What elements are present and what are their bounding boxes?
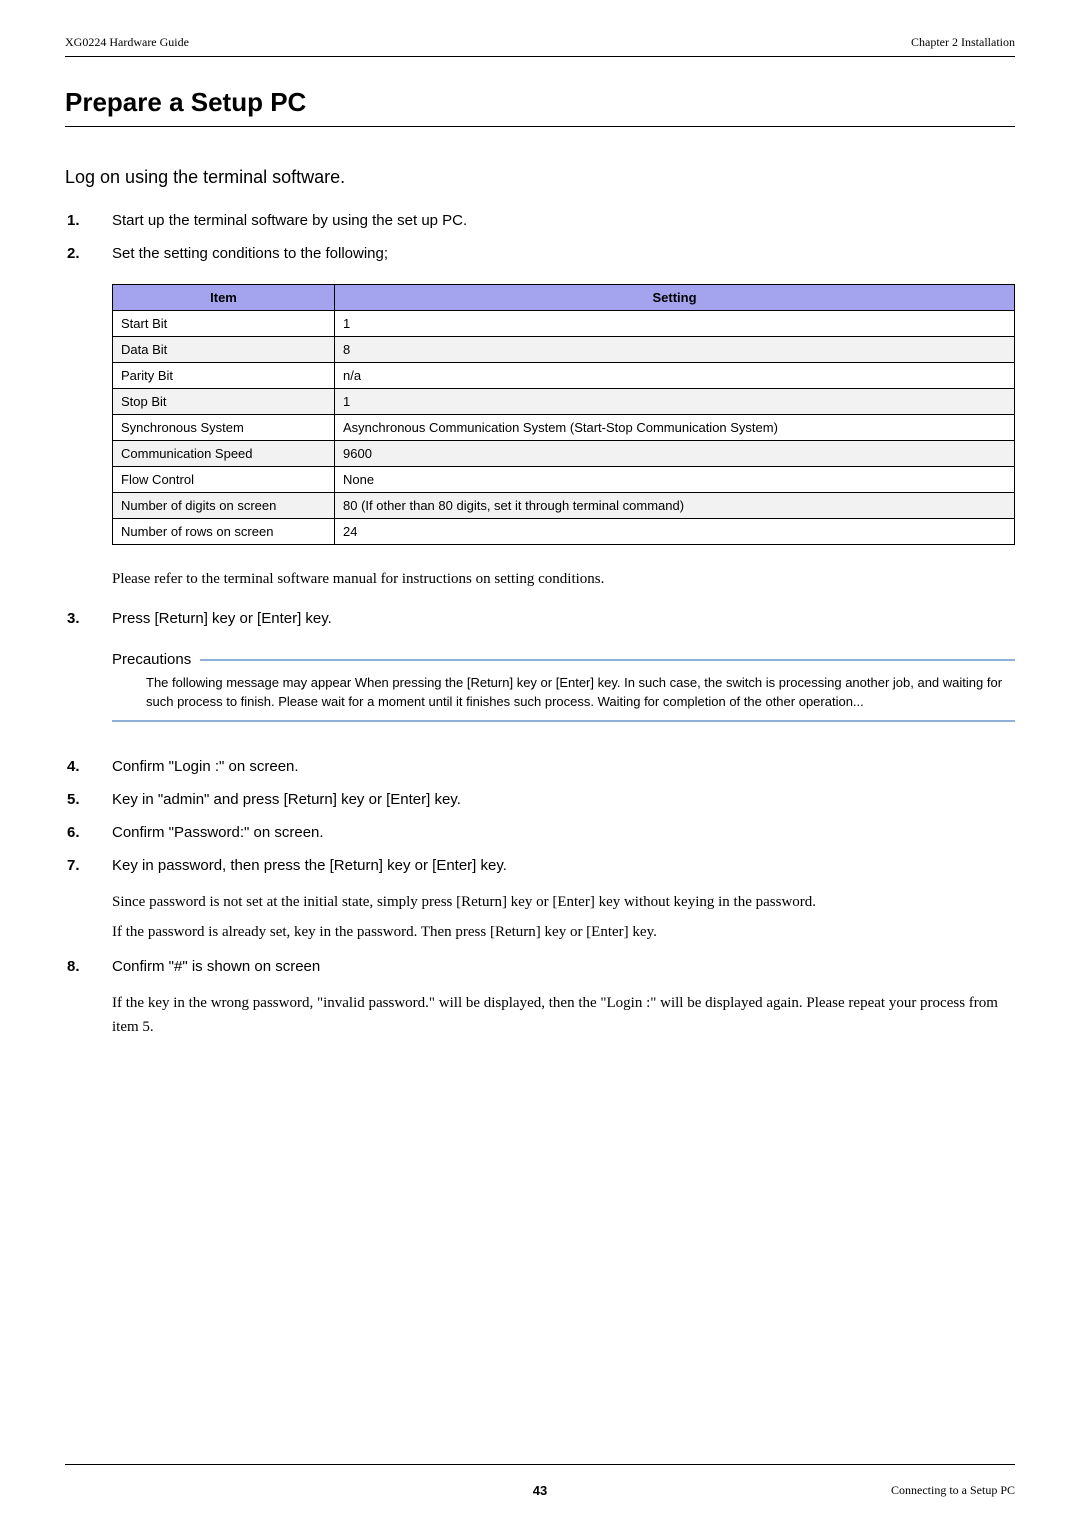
step-text: Confirm "#" is shown on screen: [112, 958, 320, 975]
step-4: 4. Confirm "Login :" on screen.: [65, 758, 1015, 775]
step-text: Confirm "Password:" on screen.: [112, 824, 324, 841]
step-1: 1. Start up the terminal software by usi…: [65, 212, 1015, 229]
step-6: 6. Confirm "Password:" on screen.: [65, 824, 1015, 841]
step-number: 1.: [67, 212, 112, 229]
cell-item: Stop Bit: [113, 389, 335, 415]
table-row: Number of rows on screen 24: [113, 519, 1015, 545]
step-text: Confirm "Login :" on screen.: [112, 758, 299, 775]
table-row: Synchronous System Asynchronous Communic…: [113, 415, 1015, 441]
footer-section: Connecting to a Setup PC: [815, 1483, 1015, 1498]
step-number: 3.: [67, 610, 112, 627]
cell-item: Number of rows on screen: [113, 519, 335, 545]
spacer: [65, 738, 1015, 758]
step-8-note: If the key in the wrong password, "inval…: [112, 991, 1015, 1039]
header-right: Chapter 2 Installation: [911, 35, 1015, 50]
page-footer: 43 Connecting to a Setup PC: [65, 1464, 1015, 1498]
table-row: Stop Bit 1: [113, 389, 1015, 415]
step-number: 4.: [67, 758, 112, 775]
settings-table: Item Setting Start Bit 1 Data Bit 8 Pari…: [112, 284, 1015, 545]
table-row: Flow Control None: [113, 467, 1015, 493]
cell-setting: n/a: [335, 363, 1015, 389]
cell-setting: Asynchronous Communication System (Start…: [335, 415, 1015, 441]
precautions-body: The following message may appear When pr…: [146, 674, 1015, 712]
step-text: Start up the terminal software by using …: [112, 212, 467, 229]
cell-setting: 80 (If other than 80 digits, set it thro…: [335, 493, 1015, 519]
cell-setting: 1: [335, 389, 1015, 415]
step-3: 3. Press [Return] key or [Enter] key.: [65, 610, 1015, 627]
step-8: 8. Confirm "#" is shown on screen If the…: [65, 958, 1015, 1039]
cell-item: Data Bit: [113, 337, 335, 363]
cell-setting: 8: [335, 337, 1015, 363]
precautions-top-rule: [200, 659, 1015, 661]
step-7-note-b: If the password is already set, key in t…: [112, 920, 1015, 944]
cell-item: Start Bit: [113, 311, 335, 337]
step-7: 7. Key in password, then press the [Retu…: [65, 857, 1015, 944]
step-number: 2.: [67, 245, 112, 262]
step-5: 5. Key in "admin" and press [Return] key…: [65, 791, 1015, 808]
step-2: 2. Set the setting conditions to the fol…: [65, 245, 1015, 262]
table-header-row: Item Setting: [113, 285, 1015, 311]
cell-item: Parity Bit: [113, 363, 335, 389]
cell-setting: 1: [335, 311, 1015, 337]
cell-item: Flow Control: [113, 467, 335, 493]
precautions-block: Precautions The following message may ap…: [112, 651, 1015, 722]
cell-item: Communication Speed: [113, 441, 335, 467]
step-number: 6.: [67, 824, 112, 841]
cell-item: Number of digits on screen: [113, 493, 335, 519]
table-row: Start Bit 1: [113, 311, 1015, 337]
step-text: Key in password, then press the [Return]…: [112, 857, 507, 874]
step-text: Key in "admin" and press [Return] key or…: [112, 791, 461, 808]
step-text: Set the setting conditions to the follow…: [112, 245, 388, 262]
header-left: XG0224 Hardware Guide: [65, 35, 189, 50]
table-header-item: Item: [113, 285, 335, 311]
cell-setting: 24: [335, 519, 1015, 545]
table-header-setting: Setting: [335, 285, 1015, 311]
footer-divider: [65, 1464, 1015, 1465]
page-title: Prepare a Setup PC: [65, 87, 1015, 127]
precautions-bottom-rule: [112, 720, 1015, 722]
page-header: XG0224 Hardware Guide Chapter 2 Installa…: [65, 35, 1015, 50]
header-divider: [65, 56, 1015, 57]
step-number: 8.: [67, 958, 112, 975]
page-number: 43: [265, 1483, 815, 1498]
table-row: Number of digits on screen 80 (If other …: [113, 493, 1015, 519]
subtitle: Log on using the terminal software.: [65, 167, 1015, 188]
post-table-note: Please refer to the terminal software ma…: [112, 571, 1015, 588]
cell-setting: 9600: [335, 441, 1015, 467]
document-page: XG0224 Hardware Guide Chapter 2 Installa…: [0, 0, 1080, 1528]
precautions-title: Precautions: [112, 651, 191, 668]
table-row: Communication Speed 9600: [113, 441, 1015, 467]
step-number: 7.: [67, 857, 112, 874]
precautions-header: Precautions: [112, 651, 1015, 668]
cell-item: Synchronous System: [113, 415, 335, 441]
table-row: Data Bit 8: [113, 337, 1015, 363]
step-text: Press [Return] key or [Enter] key.: [112, 610, 332, 627]
step-7-note-a: Since password is not set at the initial…: [112, 890, 1015, 914]
table-row: Parity Bit n/a: [113, 363, 1015, 389]
cell-setting: None: [335, 467, 1015, 493]
step-number: 5.: [67, 791, 112, 808]
